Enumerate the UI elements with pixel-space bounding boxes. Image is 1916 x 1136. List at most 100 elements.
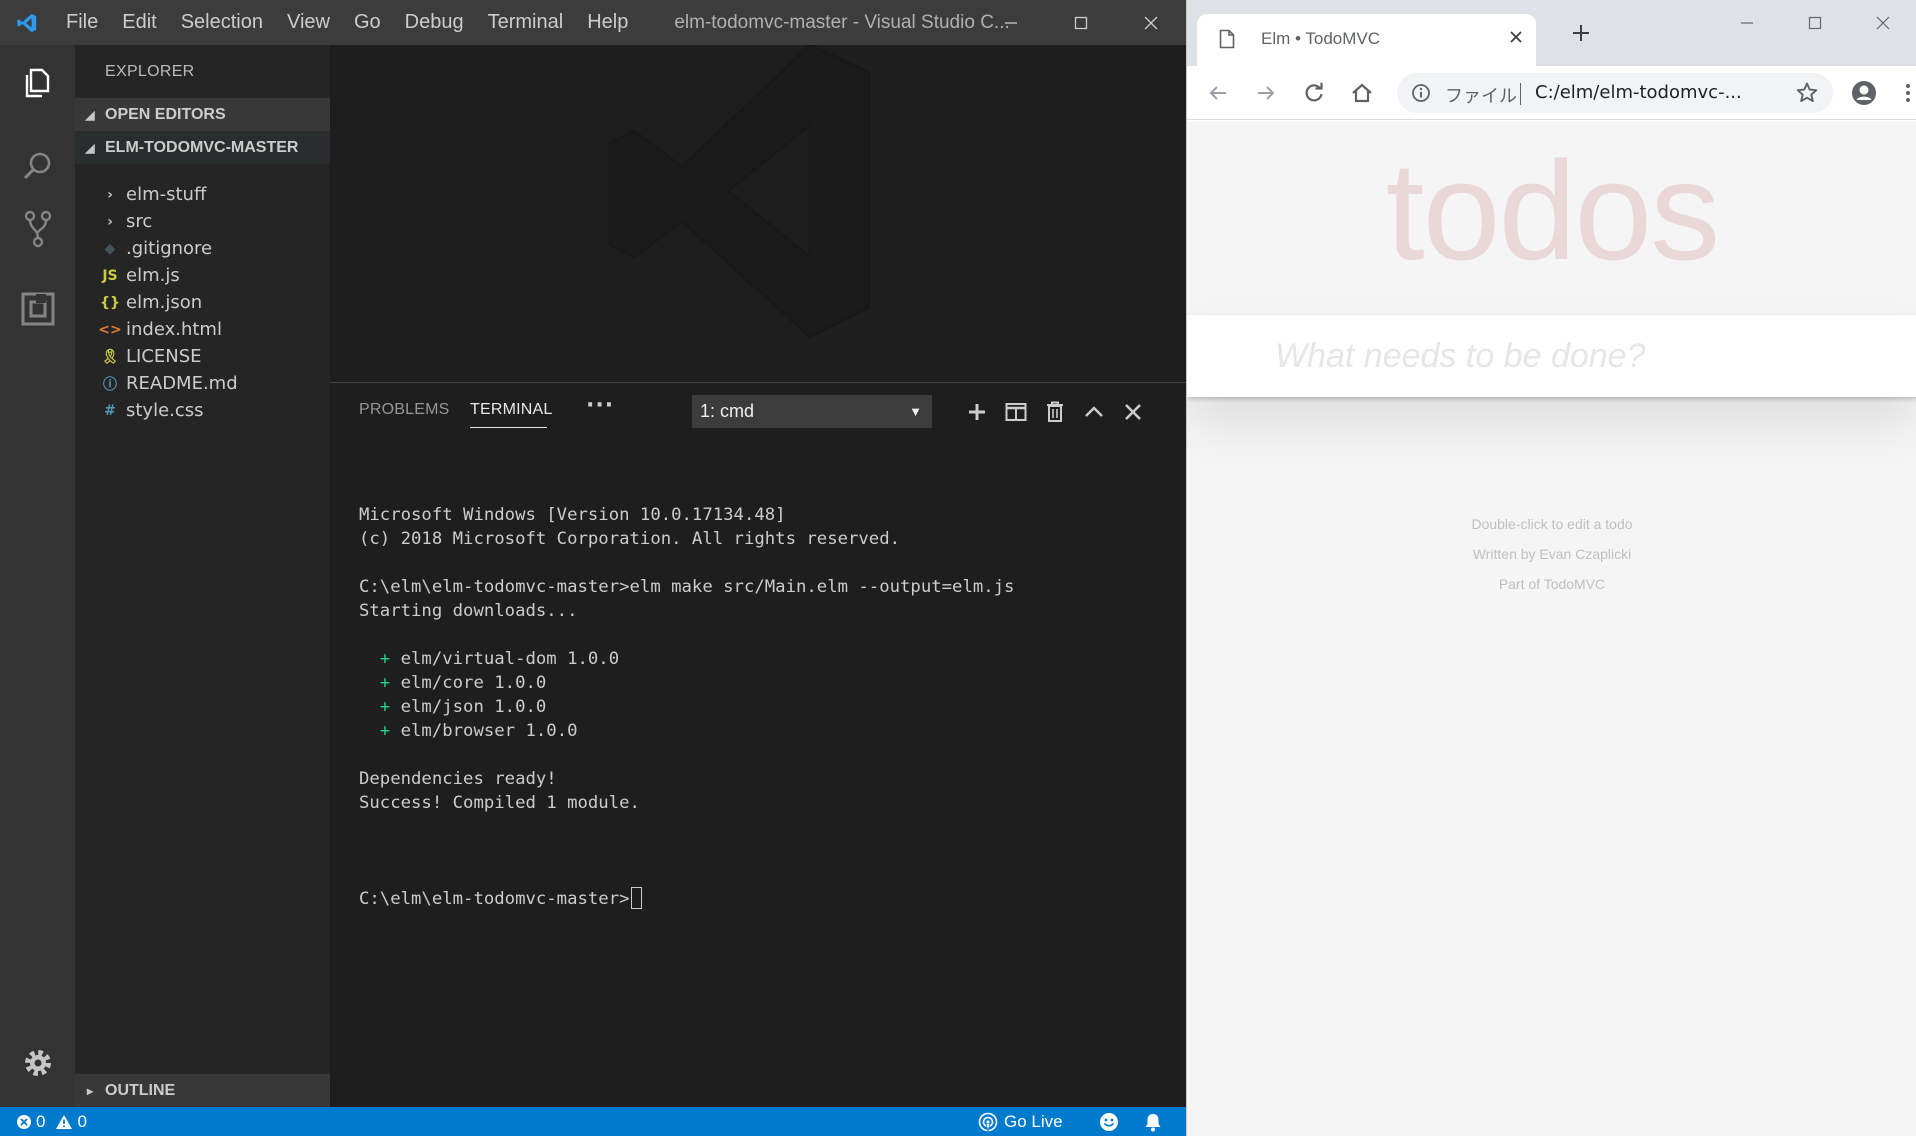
explorer-activity-button[interactable] <box>0 45 75 120</box>
terminal-line: C:\elm\elm-todomvc-master>elm make src/M… <box>359 575 1169 599</box>
source-control-activity-button[interactable] <box>0 191 75 266</box>
terminal-line-text: Starting downloads... <box>359 601 578 621</box>
problems-status[interactable]: 0 0 <box>16 1107 87 1136</box>
menu-edit[interactable]: Edit <box>110 0 168 45</box>
tree-item-label: src <box>126 211 153 232</box>
chrome-maximize-button[interactable] <box>1781 0 1849 46</box>
terminal-plus: + <box>359 721 401 741</box>
search-icon <box>23 152 50 179</box>
forward-button[interactable] <box>1249 76 1283 110</box>
back-button[interactable] <box>1201 76 1235 110</box>
feedback-button[interactable] <box>1099 1107 1119 1136</box>
new-todo-container <box>1187 315 1916 397</box>
new-tab-button[interactable] <box>1570 22 1592 48</box>
bookmark-star-icon[interactable] <box>1795 81 1819 105</box>
menu-view[interactable]: View <box>275 0 342 45</box>
split-terminal-button[interactable] <box>999 395 1033 429</box>
info-footer: Double-click to edit a todo Written by E… <box>1187 509 1916 599</box>
broadcast-icon <box>978 1112 998 1132</box>
minimize-icon <box>1005 21 1017 24</box>
chevron-right-icon: › <box>107 186 113 203</box>
browser-tab[interactable]: Elm • TodoMVC <box>1197 14 1536 66</box>
plus-icon <box>969 404 985 420</box>
terminal-plus: + <box>359 673 401 693</box>
reload-button[interactable] <box>1297 76 1331 110</box>
open-editors-section[interactable]: ◢ OPEN EDITORS <box>75 98 330 131</box>
outline-section[interactable]: ▸ OUTLINE <box>75 1074 330 1107</box>
settings-activity-button[interactable] <box>0 1025 75 1100</box>
extensions-icon <box>21 292 54 325</box>
close-window-button[interactable] <box>1116 0 1186 45</box>
trash-icon <box>1047 401 1063 422</box>
terminal-line: + elm/json 1.0.0 <box>359 695 1169 719</box>
gear-icon <box>24 1049 51 1076</box>
split-icon <box>1005 403 1027 421</box>
security-chip[interactable]: ファイル <box>1445 82 1517 108</box>
go-live-button[interactable]: Go Live <box>978 1107 1063 1136</box>
chrome-minimize-button[interactable] <box>1713 0 1781 46</box>
kill-terminal-button[interactable] <box>1038 395 1072 429</box>
tree-item-label: .gitignore <box>126 238 213 259</box>
open-editors-label: OPEN EDITORS <box>105 105 226 123</box>
warning-icon <box>56 1114 73 1129</box>
terminal-line: + elm/browser 1.0.0 <box>359 719 1169 743</box>
terminal-line: + elm/core 1.0.0 <box>359 671 1169 695</box>
footer-link[interactable]: Part of TodoMVC <box>1187 569 1916 599</box>
menu-go[interactable]: Go <box>342 0 393 45</box>
new-terminal-button[interactable] <box>960 395 994 429</box>
new-todo-input[interactable] <box>1187 315 1916 397</box>
folder-label: ELM-TODOMVC-MASTER <box>105 138 299 156</box>
home-button[interactable] <box>1345 76 1379 110</box>
source-control-icon <box>24 210 51 247</box>
tab-terminal[interactable]: TERMINAL <box>470 401 553 419</box>
address-bar[interactable]: ファイル C:/elm/elm-todomvc-... <box>1397 73 1833 113</box>
vscode-titlebar: File Edit Selection View Go Debug Termin… <box>0 0 1186 45</box>
document-icon <box>1219 29 1235 49</box>
menu-debug[interactable]: Debug <box>393 0 476 45</box>
more-tabs-button[interactable]: ··· <box>586 393 614 418</box>
avatar-icon <box>1852 81 1876 105</box>
url-text[interactable]: C:/elm/elm-todomvc-... <box>1535 82 1742 103</box>
vscode-logo-icon[interactable] <box>0 0 54 45</box>
chrome-toolbar: ファイル C:/elm/elm-todomvc-... <box>1187 66 1916 120</box>
close-icon <box>1144 16 1158 29</box>
terminal-line: (c) 2018 Microsoft Corporation. All righ… <box>359 527 1169 551</box>
menu-selection[interactable]: Selection <box>169 0 275 45</box>
tab-problems[interactable]: PROBLEMS <box>359 401 450 419</box>
arrow-left-icon <box>1209 86 1226 100</box>
chrome-close-button[interactable] <box>1849 0 1916 46</box>
tree-item-label: elm-stuff <box>126 184 207 205</box>
tab-close-button[interactable] <box>1508 26 1524 51</box>
menu-terminal[interactable]: Terminal <box>476 0 576 45</box>
terminal-plus: + <box>359 649 401 669</box>
terminal-select[interactable]: 1: cmd ▼ <box>692 395 932 428</box>
collapse-caret-icon: ◢ <box>85 107 95 122</box>
maximize-panel-button[interactable] <box>1077 395 1111 429</box>
menu-bar: File Edit Selection View Go Debug Termin… <box>54 0 640 45</box>
menu-file[interactable]: File <box>54 0 110 45</box>
omnibox-divider <box>1520 83 1521 105</box>
chrome-tabstrip: Elm • TodoMVC <box>1187 0 1916 66</box>
info-circle-icon: ⓘ <box>103 376 117 393</box>
plus-icon <box>1573 25 1589 41</box>
profile-button[interactable] <box>1847 76 1881 110</box>
tree-item[interactable]: # style.css <box>75 394 330 427</box>
info-circle-icon <box>1412 84 1430 102</box>
error-icon <box>17 1114 31 1129</box>
close-panel-button[interactable] <box>1116 395 1150 429</box>
status-bar: 0 0 Go Live <box>0 1107 1186 1136</box>
chevron-up-icon <box>1085 406 1103 417</box>
chrome-menu-button[interactable] <box>1891 76 1916 110</box>
notifications-button[interactable] <box>1144 1107 1162 1136</box>
menu-help[interactable]: Help <box>575 0 640 45</box>
folder-section[interactable]: ◢ ELM-TODOMVC-MASTER <box>75 131 330 164</box>
extensions-activity-button[interactable] <box>0 271 75 346</box>
terminal-output[interactable]: Microsoft Windows [Version 10.0.17134.48… <box>359 455 1169 959</box>
html-brackets-icon: <> <box>98 321 122 338</box>
minimize-button[interactable] <box>976 0 1046 45</box>
activity-bar <box>0 45 75 1107</box>
maximize-button[interactable] <box>1046 0 1116 45</box>
